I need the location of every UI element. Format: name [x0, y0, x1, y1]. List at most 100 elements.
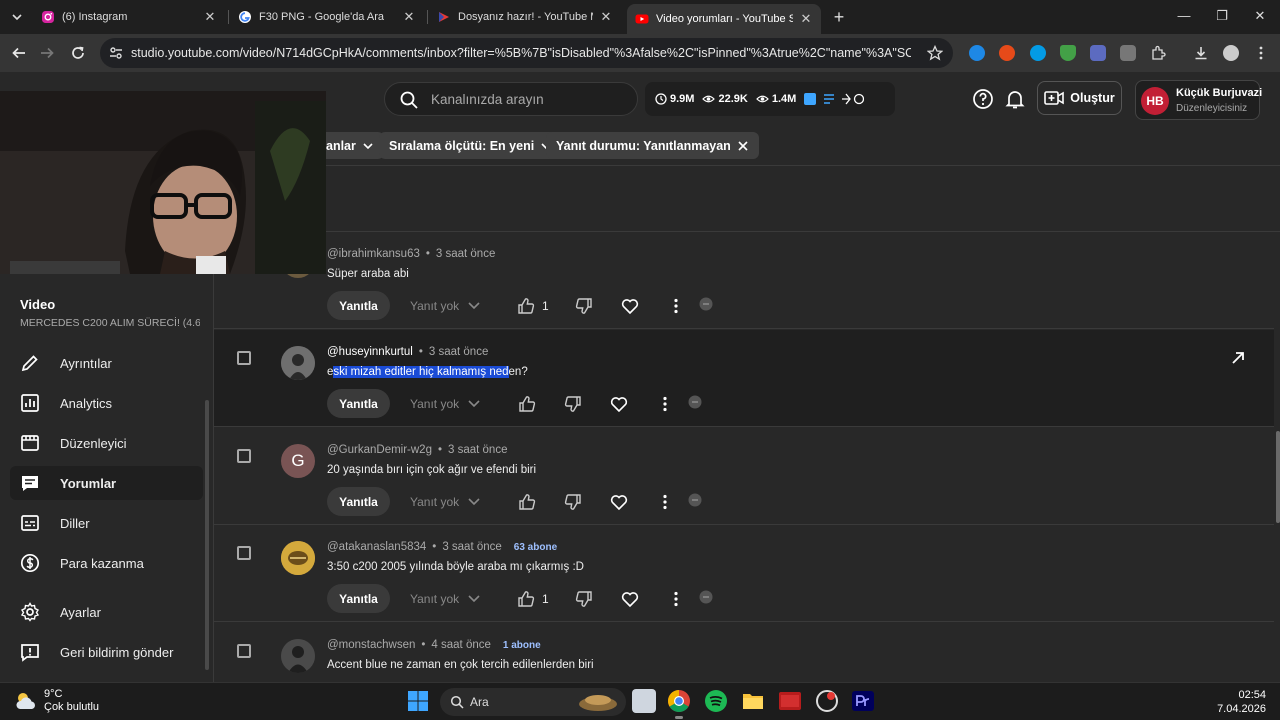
browser-tab-instagram[interactable]: (6) Instagram ✕: [33, 4, 225, 30]
comment-author[interactable]: @huseyinnkurtul: [327, 346, 413, 358]
sidebar-scrollbar[interactable]: [205, 400, 209, 670]
dislike-icon[interactable]: [563, 492, 583, 512]
create-button[interactable]: Oluştur: [1037, 81, 1122, 115]
reload-button[interactable]: [66, 41, 90, 65]
help-icon[interactable]: [972, 88, 994, 110]
sidebar-item-settings[interactable]: Ayarlar: [10, 595, 203, 629]
extension-icon-1[interactable]: [969, 45, 985, 61]
bookmark-star-icon[interactable]: [927, 45, 943, 61]
browser-tab-converter[interactable]: Dosyanız hazır! - YouTube MP3 ✕: [429, 4, 621, 30]
stat-tool-icons[interactable]: [804, 92, 867, 106]
heart-icon[interactable]: [620, 296, 640, 316]
close-tab-icon[interactable]: ✕: [203, 10, 217, 24]
comment-time[interactable]: 4 saat önce: [431, 639, 490, 651]
windows-start-icon[interactable]: [406, 689, 430, 713]
open-in-new-icon[interactable]: [1230, 350, 1246, 366]
tab-search-menu-button[interactable]: [6, 6, 28, 28]
reply-button[interactable]: Yanıtla: [327, 291, 390, 320]
reply-button[interactable]: Yanıtla: [327, 389, 390, 418]
main-scrollbar[interactable]: [1276, 431, 1280, 523]
premiere-pro-taskbar-icon[interactable]: [851, 689, 875, 713]
system-clock[interactable]: 02:54 7.04.2026: [1217, 688, 1266, 716]
sidebar-item-languages[interactable]: Diller: [10, 506, 203, 540]
extension-icon-5[interactable]: [1090, 45, 1106, 61]
browser-tab-google[interactable]: F30 PNG - Google'da Ara ✕: [230, 4, 424, 30]
close-tab-icon[interactable]: ✕: [599, 10, 613, 24]
sidebar-item-comments[interactable]: Yorumlar: [10, 466, 203, 500]
file-explorer-taskbar-icon[interactable]: [741, 689, 765, 713]
shazam-extension-icon[interactable]: [1030, 45, 1046, 61]
sidebar-item-editor[interactable]: Düzenleyici: [10, 426, 203, 460]
sidebar-item-details[interactable]: Ayrıntılar: [10, 346, 203, 380]
app-taskbar-icon[interactable]: [815, 689, 839, 713]
comment-time[interactable]: 3 saat önce: [429, 346, 488, 358]
reply-button[interactable]: Yanıtla: [327, 487, 390, 516]
comment-checkbox[interactable]: [237, 449, 251, 463]
heart-icon[interactable]: [620, 589, 640, 609]
extension-badge-icon[interactable]: [696, 294, 716, 314]
reply-button[interactable]: Yanıtla: [327, 584, 390, 613]
close-tab-icon[interactable]: ✕: [799, 12, 813, 26]
more-options-icon[interactable]: [655, 492, 675, 512]
restore-window-button[interactable]: ❐: [1212, 6, 1232, 26]
reply-status-filter-chip[interactable]: Yanıt durumu: Yanıtlanmayan: [546, 132, 759, 159]
comment-time[interactable]: 3 saat önce: [436, 248, 495, 260]
commenter-avatar[interactable]: [281, 639, 315, 673]
comment-checkbox[interactable]: [237, 546, 251, 560]
weather-widget[interactable]: 9°C Çok bulutlu: [14, 688, 99, 714]
spotify-taskbar-icon[interactable]: [704, 689, 728, 713]
taskbar-search[interactable]: Ara: [440, 688, 626, 716]
close-tab-icon[interactable]: ✕: [402, 10, 416, 24]
comment-time[interactable]: 3 saat önce: [448, 444, 507, 456]
sidebar-item-analytics[interactable]: Analytics: [10, 386, 203, 420]
site-info-icon[interactable]: [108, 45, 124, 61]
browser-menu-icon[interactable]: [1253, 45, 1269, 61]
profile-avatar[interactable]: [1223, 45, 1239, 61]
extension-badge-icon[interactable]: [685, 392, 705, 412]
extension-icon-6[interactable]: [1120, 45, 1136, 61]
commenter-avatar[interactable]: [281, 346, 315, 380]
forward-button[interactable]: [35, 41, 59, 65]
no-reply-dropdown[interactable]: Yanıt yok: [410, 592, 481, 606]
like-icon[interactable]: [516, 296, 536, 316]
browser-tab-studio[interactable]: Video yorumları - YouTube Studio ✕: [627, 4, 821, 34]
chrome-taskbar-icon[interactable]: [667, 689, 691, 713]
dislike-icon[interactable]: [574, 296, 594, 316]
comment-author[interactable]: @ibrahimkansu63: [327, 248, 420, 260]
like-icon[interactable]: [516, 589, 536, 609]
channel-switcher[interactable]: HB Küçük Burjuvazi Düzenleyicisiniz: [1135, 80, 1262, 120]
address-bar[interactable]: studio.youtube.com/video/N714dGCpHkA/com…: [100, 38, 953, 68]
extensions-puzzle-icon[interactable]: [1150, 45, 1166, 61]
extension-icon-2[interactable]: [999, 45, 1015, 61]
voicemeeter-taskbar-icon[interactable]: [778, 689, 802, 713]
channel-search-input[interactable]: Kanalınızda arayın: [384, 82, 638, 116]
back-button[interactable]: [7, 41, 31, 65]
comment-author[interactable]: @atakanaslan5834: [327, 541, 426, 553]
commenter-avatar[interactable]: G: [281, 444, 315, 478]
dislike-icon[interactable]: [574, 589, 594, 609]
comment-checkbox[interactable]: [237, 351, 251, 365]
comment-checkbox[interactable]: [237, 644, 251, 658]
sidebar-item-feedback[interactable]: Geri bildirim gönder: [10, 635, 203, 669]
minimize-window-button[interactable]: —: [1174, 6, 1194, 26]
no-reply-dropdown[interactable]: Yanıt yok: [410, 299, 481, 313]
comment-time[interactable]: 3 saat önce: [442, 541, 501, 553]
like-icon[interactable]: [517, 492, 537, 512]
like-icon[interactable]: [517, 394, 537, 414]
more-options-icon[interactable]: [655, 394, 675, 414]
comment-author[interactable]: @GurkanDemir-w2g: [327, 444, 432, 456]
sidebar-item-monetization[interactable]: Para kazanma: [10, 546, 203, 580]
new-tab-button[interactable]: +: [829, 7, 849, 27]
downloads-icon[interactable]: [1193, 45, 1209, 61]
comment-author[interactable]: @monstachwsen: [327, 639, 415, 651]
close-window-button[interactable]: ✕: [1250, 6, 1270, 26]
heart-icon[interactable]: [609, 394, 629, 414]
no-reply-dropdown[interactable]: Yanıt yok: [410, 495, 481, 509]
dislike-icon[interactable]: [563, 394, 583, 414]
sidebar-video-title[interactable]: MERCEDES C200 ALIM SÜRECİ! (4.6...: [20, 317, 200, 329]
more-options-icon[interactable]: [666, 589, 686, 609]
task-view-icon[interactable]: [632, 689, 656, 713]
notifications-bell-icon[interactable]: [1004, 88, 1026, 110]
heart-icon[interactable]: [609, 492, 629, 512]
extension-badge-icon[interactable]: [696, 587, 716, 607]
